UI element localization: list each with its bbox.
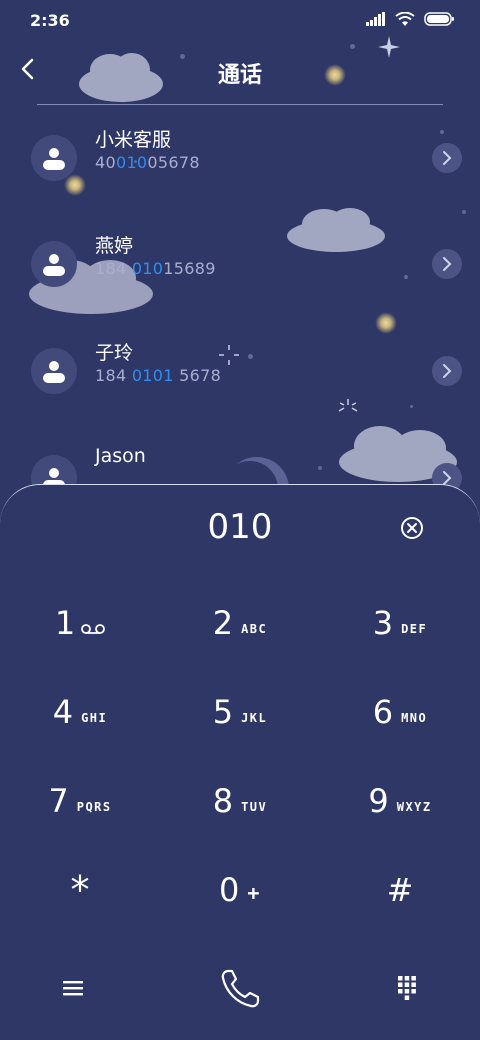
chevron-right-icon	[443, 471, 452, 485]
contact-detail-button[interactable]	[432, 143, 462, 173]
keypad-icon	[398, 976, 416, 1000]
key-8[interactable]: 8 TUV	[165, 766, 315, 836]
dialer-panel: 010 1 2 ABC 3 DEF 4 GHI 5 JKL 6 MNO 7 PQ…	[0, 484, 480, 1040]
status-time: 2:36	[30, 11, 70, 30]
match-highlight: 010	[115, 153, 148, 172]
key-2[interactable]: 2 ABC	[165, 588, 315, 658]
menu-icon	[63, 981, 83, 996]
contact-number: 4001005678	[95, 153, 200, 172]
status-bar: 2:36	[0, 0, 480, 40]
contact-number: 184 0101 5678	[95, 366, 222, 385]
avatar	[31, 348, 77, 394]
key-4[interactable]: 4 GHI	[5, 677, 155, 747]
call-button[interactable]	[210, 959, 270, 1019]
match-highlight: 0101	[131, 366, 174, 385]
contact-name: 燕婷	[95, 235, 134, 257]
chevron-right-icon	[443, 151, 452, 165]
key-0[interactable]: 0 +	[165, 855, 315, 925]
contact-name: 子玲	[95, 342, 134, 364]
signal-icon	[366, 12, 385, 26]
chevron-right-icon	[443, 257, 452, 271]
key-5[interactable]: 5 JKL	[165, 677, 315, 747]
contact-row[interactable]: 子玲 184 0101 5678	[0, 342, 480, 444]
key-7[interactable]: 7 PQRS	[5, 766, 155, 836]
key-hash[interactable]: #	[325, 855, 475, 925]
person-icon	[43, 148, 65, 170]
wifi-icon	[395, 12, 415, 26]
clear-circle-icon	[401, 517, 423, 539]
avatar	[31, 241, 77, 287]
clear-button[interactable]	[399, 515, 425, 541]
page-title: 通话	[217, 63, 262, 88]
avatar	[31, 135, 77, 181]
key-3[interactable]: 3 DEF	[325, 588, 475, 658]
key-6[interactable]: 6 MNO	[325, 677, 475, 747]
contact-name: 小米客服	[95, 129, 172, 151]
contact-detail-button[interactable]	[432, 356, 462, 386]
voicemail-icon	[81, 624, 106, 634]
header-divider	[37, 104, 443, 105]
person-icon	[43, 254, 65, 276]
contact-name: Jason	[95, 445, 146, 467]
phone-icon	[221, 969, 260, 1008]
header: 通话	[0, 40, 480, 104]
match-highlight: 010	[131, 259, 164, 278]
key-9[interactable]: 9 WXYZ	[325, 766, 475, 836]
key-star[interactable]: *	[5, 855, 155, 925]
keypad-toggle-button[interactable]	[382, 963, 432, 1013]
status-icons	[366, 12, 454, 26]
contact-number: 184 01015689	[95, 259, 216, 278]
key-1[interactable]: 1	[5, 588, 155, 658]
call-screen: 2:36 通话 小米客服 4001005678 燕婷 184 01015689 …	[0, 0, 480, 1040]
contact-row[interactable]: 小米客服 4001005678	[0, 129, 480, 231]
chevron-right-icon	[443, 364, 452, 378]
menu-button[interactable]	[48, 963, 98, 1013]
contact-detail-button[interactable]	[432, 249, 462, 279]
battery-icon	[424, 12, 454, 26]
contact-row[interactable]: 燕婷 184 01015689	[0, 235, 480, 337]
person-icon	[43, 361, 65, 383]
